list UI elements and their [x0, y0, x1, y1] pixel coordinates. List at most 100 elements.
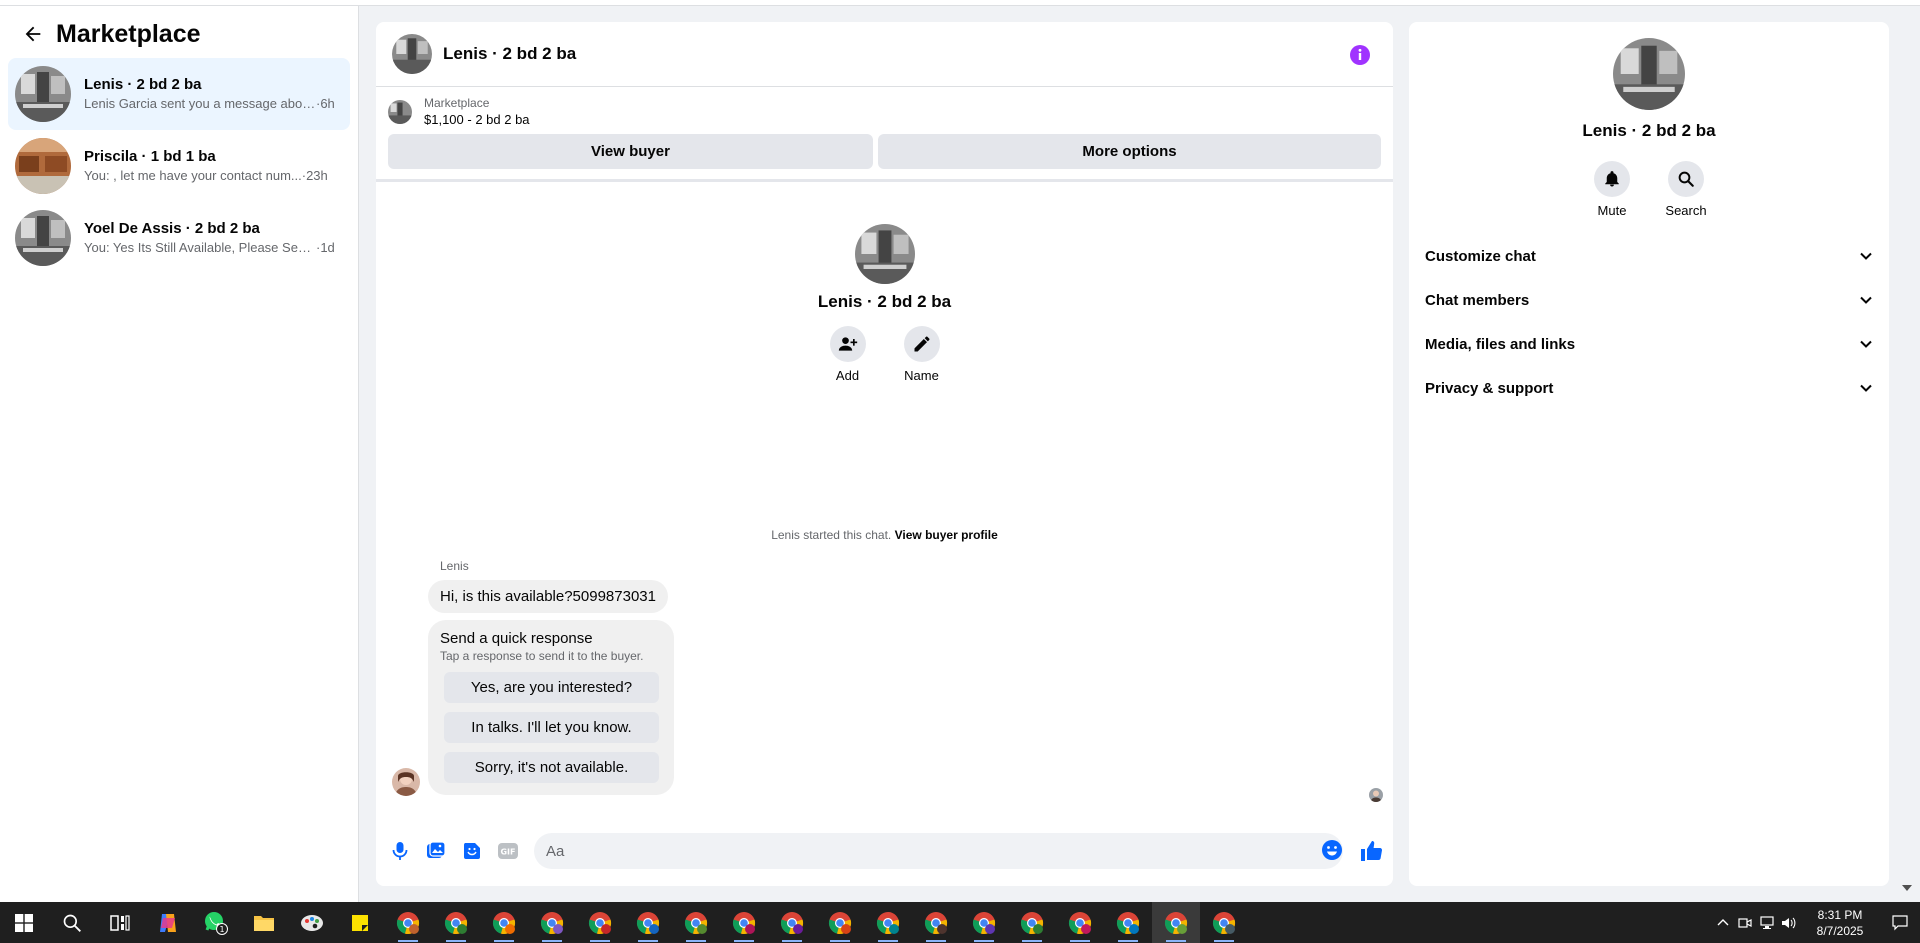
chrome-icon-active[interactable] [1152, 902, 1200, 943]
chevron-down-icon [1860, 384, 1872, 392]
sidebar-header: Marketplace [0, 14, 358, 54]
chrome-icon[interactable] [384, 902, 432, 943]
section-label: Chat members [1425, 291, 1530, 309]
chrome-icon[interactable] [1200, 902, 1248, 943]
chrome-icon[interactable] [864, 902, 912, 943]
sticky-notes-icon[interactable] [336, 902, 384, 943]
chrome-icon[interactable] [624, 902, 672, 943]
copilot-icon[interactable] [144, 902, 192, 943]
quick-response-card: Send a quick response Tap a response to … [428, 620, 674, 795]
microphone-icon[interactable] [388, 839, 412, 863]
chrome-icon[interactable] [528, 902, 576, 943]
section-label: Media, files and links [1425, 335, 1576, 353]
windows-start-icon[interactable] [0, 902, 48, 943]
chrome-icon[interactable] [432, 902, 480, 943]
conversation-name: Yoel De Assis · 2 bd 2 ba [84, 220, 260, 237]
chat-members-section[interactable]: Chat members [1425, 278, 1873, 322]
conversation-item[interactable]: Lenis · 2 bd 2 ba Lenis Garcia sent you … [8, 58, 350, 130]
file-explorer-icon[interactable] [240, 902, 288, 943]
svg-text:GIF: GIF [500, 848, 515, 857]
media-files-links-section[interactable]: Media, files and links [1425, 322, 1873, 366]
info-icon[interactable] [1349, 44, 1371, 66]
notification-icon[interactable] [1880, 902, 1920, 943]
search-icon[interactable] [48, 902, 96, 943]
conversation-name: Priscila · 1 bd 1 ba [84, 148, 216, 165]
thumbs-up-icon[interactable] [1359, 839, 1383, 863]
chrome-icon[interactable] [672, 902, 720, 943]
sender-avatar[interactable] [392, 768, 420, 796]
bell-icon [1594, 161, 1630, 197]
chrome-icon[interactable] [960, 902, 1008, 943]
meet-now-icon[interactable] [1734, 902, 1756, 943]
page-title: Marketplace [56, 19, 201, 48]
privacy-support-section[interactable]: Privacy & support [1425, 366, 1873, 410]
conversation-list: Lenis · 2 bd 2 ba Lenis Garcia sent you … [0, 58, 358, 274]
add-person-button[interactable]: Add [829, 326, 866, 383]
photo-icon[interactable] [424, 839, 448, 863]
chevron-down-icon [1860, 340, 1872, 348]
volume-icon[interactable] [1778, 902, 1800, 943]
name-chat-button[interactable]: Name [903, 326, 940, 383]
listing-source: Marketplace [424, 96, 490, 110]
view-buyer-button[interactable]: View buyer [388, 134, 874, 169]
clock-date: 8/7/2025 [1816, 923, 1864, 938]
whatsapp-badge: 1 [219, 925, 224, 934]
task-view-icon[interactable] [96, 902, 144, 943]
chevron-down-icon [1860, 296, 1872, 304]
message-composer: GIF [376, 816, 1393, 886]
conversation-snippet: You: , let me have your contact num... [84, 168, 302, 183]
quick-response-sorry-button[interactable]: Sorry, it's not available. [444, 752, 659, 783]
quick-response-yes-button[interactable]: Yes, are you interested? [444, 672, 659, 703]
quick-response-in-talks-button[interactable]: In talks. I'll let you know. [444, 712, 659, 743]
chrome-icon[interactable] [816, 902, 864, 943]
chevron-up-icon[interactable] [1712, 902, 1734, 943]
conversation-time: ·23h [301, 168, 328, 183]
chrome-icon[interactable] [720, 902, 768, 943]
add-label: Add [835, 368, 860, 383]
customize-chat-section[interactable]: Customize chat [1425, 234, 1873, 278]
gif-icon[interactable]: GIF [496, 839, 520, 863]
back-arrow-icon[interactable] [20, 21, 46, 47]
whatsapp-icon[interactable]: 1 [192, 902, 240, 943]
seen-indicator-avatar [1369, 788, 1383, 802]
message-input[interactable] [534, 833, 1343, 869]
chrome-icon[interactable] [1104, 902, 1152, 943]
chat-title[interactable]: Lenis · 2 bd 2 ba [443, 44, 576, 64]
more-options-button[interactable]: More options [878, 134, 1381, 169]
paint-icon[interactable] [288, 902, 336, 943]
sticker-icon[interactable] [460, 839, 484, 863]
listing-price[interactable]: $1,100 - 2 bd 2 ba [424, 111, 530, 128]
chrome-icon[interactable] [1056, 902, 1104, 943]
chrome-icon[interactable] [768, 902, 816, 943]
conversation-time: ·1d [316, 240, 335, 255]
listing-photo-kitchen [15, 66, 71, 122]
chrome-icon[interactable] [912, 902, 960, 943]
intro-name: Lenis · 2 bd 2 ba [817, 292, 952, 311]
chat-avatar[interactable] [392, 34, 432, 74]
conversation-item[interactable]: Yoel De Assis · 2 bd 2 ba You: Yes Its S… [8, 202, 350, 274]
listing-photo-kitchen [15, 138, 71, 194]
chrome-icon[interactable] [1008, 902, 1056, 943]
message-bubble[interactable]: Hi, is this available?5099873031 [428, 580, 668, 613]
conversation-item[interactable]: Priscila · 1 bd 1 ba You: , let me have … [8, 130, 350, 202]
scroll-down-arrow-icon[interactable] [1902, 885, 1912, 891]
listing-photo-kitchen [15, 210, 71, 266]
chrome-icon[interactable] [480, 902, 528, 943]
section-label: Privacy & support [1425, 379, 1554, 397]
chat-started-notice: Lenis started this chat. View buyer prof… [376, 528, 1393, 542]
add-person-icon [829, 326, 866, 362]
mute-button[interactable]: Mute [1593, 161, 1631, 218]
listing-thumbnail[interactable] [388, 99, 412, 124]
conversation-sidebar: Marketplace Lenis · 2 bd 2 ba Lenis Garc… [0, 6, 359, 902]
chrome-icon[interactable] [576, 902, 624, 943]
intro-avatar [854, 224, 915, 284]
view-buyer-profile-link[interactable]: View buyer profile [895, 528, 998, 542]
sender-name: Lenis [440, 559, 469, 573]
network-icon[interactable] [1756, 902, 1778, 943]
emoji-icon[interactable] [1321, 839, 1343, 861]
taskbar-clock[interactable]: 8:31 PM 8/7/2025 [1800, 907, 1880, 939]
search-button[interactable]: Search [1665, 161, 1707, 218]
clock-time: 8:31 PM [1817, 907, 1863, 922]
conversation-snippet: Lenis Garcia sent you a message abou... [84, 96, 316, 111]
info-name: Lenis · 2 bd 2 ba [1582, 121, 1716, 140]
